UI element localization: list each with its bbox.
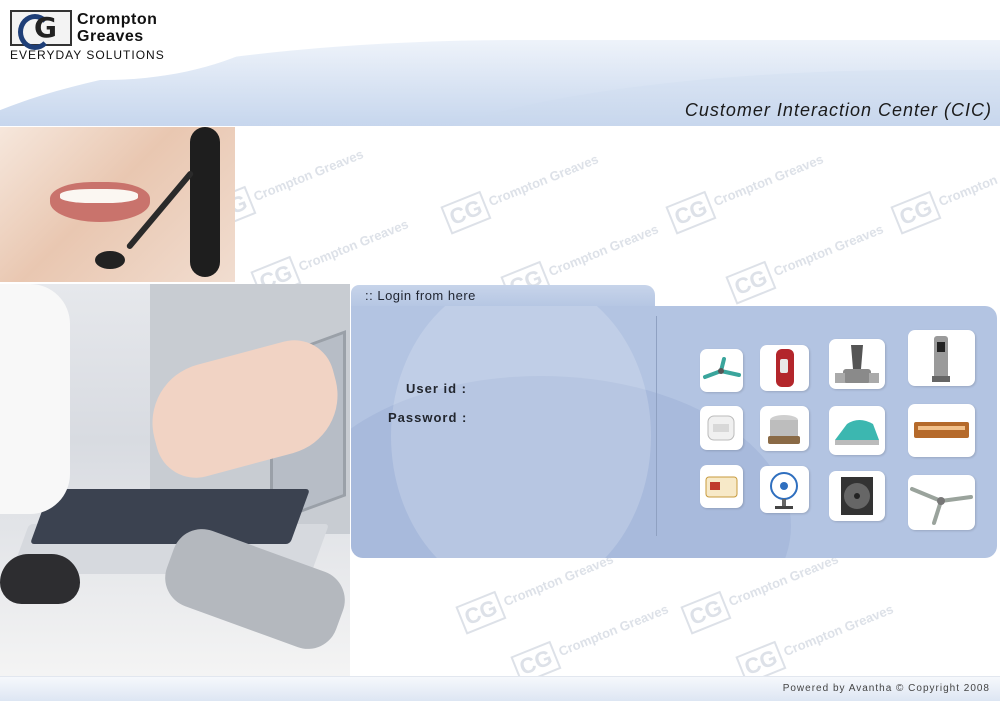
logo-text-line1: Crompton <box>77 11 158 28</box>
watermark: CGCrompton Greaves <box>455 545 618 635</box>
product-tile-water-purifier[interactable] <box>908 330 975 386</box>
product-tile-steam-iron[interactable] <box>829 406 885 455</box>
logo-text-line2: Greaves <box>77 28 144 45</box>
login-tab: :: Login from here <box>351 285 655 307</box>
watermark: CGCrompton Greaves <box>440 145 603 235</box>
ceiling-fan-icon <box>910 487 973 525</box>
logo-g-letter: G <box>34 11 57 44</box>
product-tile-water-heater[interactable] <box>760 345 809 391</box>
panel-divider <box>656 316 657 536</box>
login-panel: User id : Password : <box>351 306 997 558</box>
product-tile-wet-grinder[interactable] <box>760 406 809 451</box>
product-tile-exhaust-fan[interactable] <box>829 471 885 521</box>
water-heater-icon <box>776 349 794 387</box>
steam-iron-icon <box>835 420 879 445</box>
app-title: Customer Interaction Center (CIC) <box>684 100 992 120</box>
logo-tagline: EVERYDAY SOLUTIONS <box>10 48 165 62</box>
watermark: CGCrompton Greaves <box>725 215 888 305</box>
table-fan-icon <box>770 472 798 509</box>
product-tile-mixer-grinder[interactable] <box>829 339 885 389</box>
password-input[interactable] <box>471 409 625 427</box>
mixer-grinder-icon <box>835 345 879 383</box>
product-tile-ceiling-fan[interactable] <box>908 475 975 530</box>
computer-mouse <box>0 554 80 604</box>
ceiling-fan-small-icon <box>703 357 741 379</box>
panel-decoration <box>391 306 651 558</box>
watermark: CGCrompton Greaves <box>665 145 828 235</box>
watermark: CGCrompton Greaves <box>735 595 898 685</box>
product-tile-stabilizer[interactable] <box>700 465 743 508</box>
cg-logo-icon: G <box>10 10 72 50</box>
stabilizer-icon <box>705 476 738 498</box>
company-logo[interactable]: G Crompton Greaves EVERYDAY SOLUTIONS <box>10 10 200 64</box>
photo-sleeve <box>0 284 70 514</box>
exhaust-fan-icon <box>841 477 873 515</box>
login-tab-label: :: Login from here <box>365 288 476 303</box>
room-heater-icon <box>914 422 969 438</box>
footer: Powered by Avantha © Copyright 2008 <box>0 676 1000 701</box>
product-tile-table-fan[interactable] <box>760 466 809 513</box>
product-tile-sandwich-toaster[interactable] <box>700 406 743 450</box>
watermark: CGCrompton Greaves <box>510 595 673 685</box>
call-center-agent-photo <box>0 127 235 282</box>
water-purifier-icon <box>932 336 950 382</box>
header: G Crompton Greaves EVERYDAY SOLUTIONS Cu… <box>0 0 1000 126</box>
sandwich-toaster-icon <box>707 415 735 441</box>
userid-label: User id : <box>406 381 468 396</box>
product-tile-fan-small[interactable] <box>700 349 743 392</box>
userid-input[interactable] <box>471 380 625 398</box>
headset-band <box>190 127 220 277</box>
copyright-text: Powered by Avantha © Copyright 2008 <box>782 683 990 694</box>
photo-smile <box>60 189 138 203</box>
product-tile-room-heater[interactable] <box>908 404 975 457</box>
laptop-typing-photo <box>0 284 350 676</box>
password-label: Password : <box>388 410 468 425</box>
laptop-keyboard <box>29 489 311 544</box>
headset-mic <box>95 251 125 269</box>
watermark: CGCrompton Greaves <box>890 145 1000 235</box>
wet-grinder-icon <box>768 415 800 444</box>
watermark: CGCrompton Greaves <box>680 545 843 635</box>
